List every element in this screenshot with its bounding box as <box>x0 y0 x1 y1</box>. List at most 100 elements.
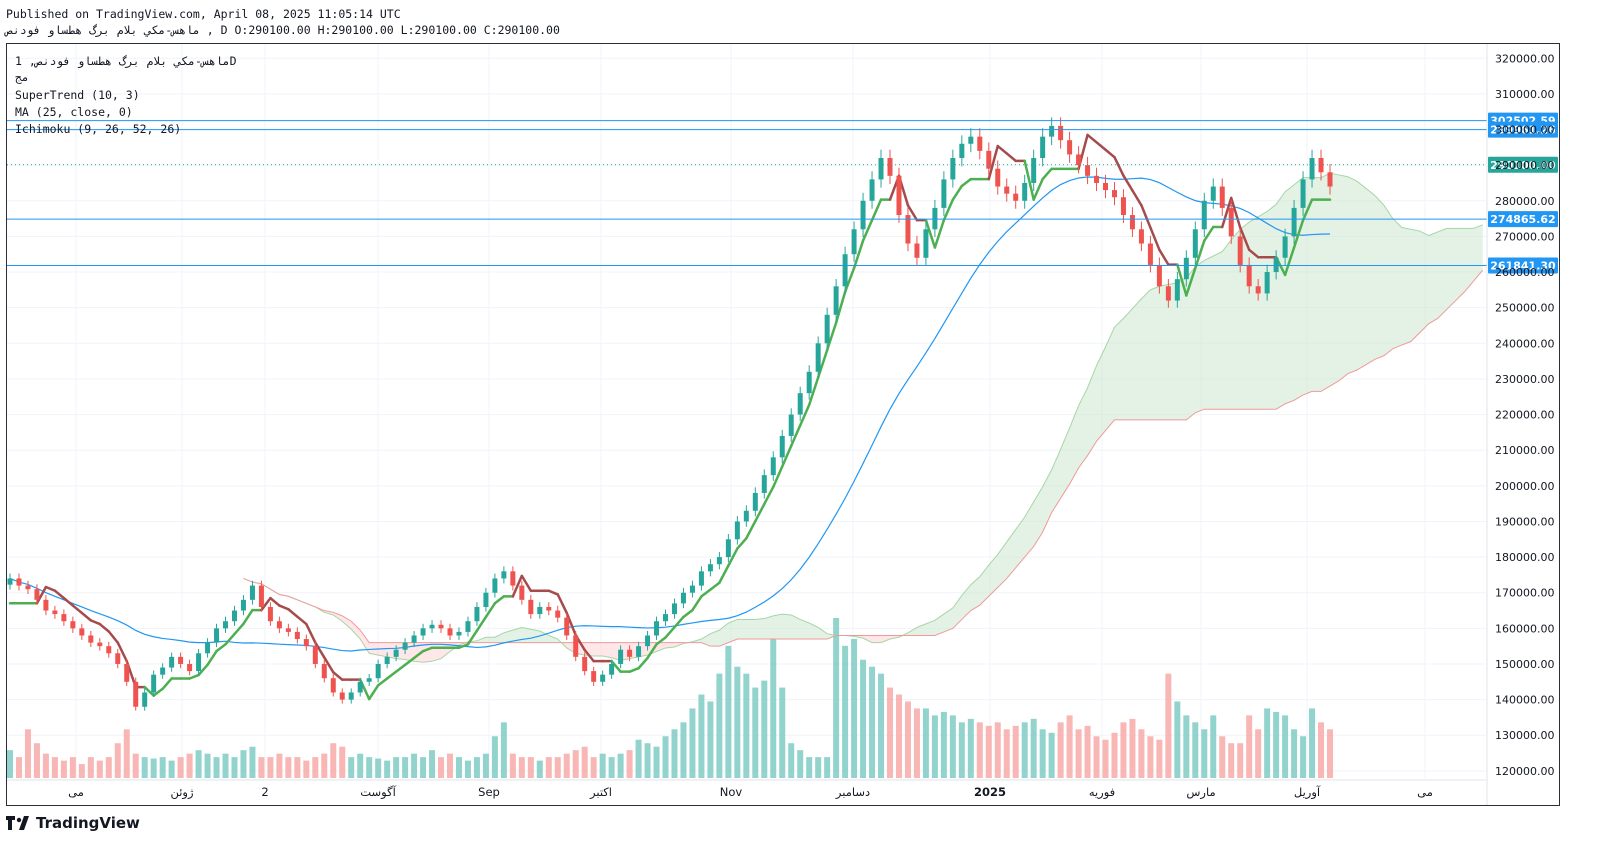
candle-body <box>510 571 516 586</box>
supertrend-segment <box>493 595 506 605</box>
candle-body <box>564 617 570 636</box>
candle-body <box>671 603 677 615</box>
supertrend-segment <box>1131 189 1143 207</box>
candle-body <box>770 457 776 476</box>
volume-bar <box>940 711 947 778</box>
volume-bar <box>949 715 956 778</box>
cloud-segment <box>423 642 433 663</box>
volume-bar <box>842 645 849 778</box>
candle-body <box>698 571 704 586</box>
volume-bar <box>87 757 94 778</box>
cloud-segment <box>1437 228 1447 319</box>
volume-bar <box>815 757 822 778</box>
candle-body <box>959 143 965 159</box>
candle-body <box>923 229 929 258</box>
candle-body <box>348 692 354 700</box>
volume-bar <box>1012 725 1019 778</box>
candle-body <box>1058 125 1064 141</box>
candle-body <box>339 692 345 700</box>
candle-body <box>1067 140 1073 155</box>
cloud-segment <box>1374 195 1384 360</box>
volume-bar <box>312 757 319 778</box>
candle-body <box>995 168 1001 187</box>
candle-body <box>52 610 58 615</box>
volume-bar <box>644 743 651 778</box>
volume-bar <box>1174 701 1181 778</box>
cloud-segment <box>1446 228 1456 310</box>
x-tick-label: 2 <box>261 785 268 799</box>
volume-bar <box>635 739 642 778</box>
supertrend-segment <box>691 595 703 612</box>
volume-bar <box>51 757 58 778</box>
volume-bar <box>42 753 49 778</box>
supertrend-segment <box>107 630 120 644</box>
volume-bar <box>132 753 139 778</box>
supertrend-segment <box>80 611 93 622</box>
supertrend-segment <box>951 184 964 201</box>
cloud-segment <box>1267 204 1277 410</box>
volume-bar <box>563 753 570 778</box>
volume-bar <box>123 729 130 778</box>
volume-bar <box>384 760 391 778</box>
volume-bar <box>1273 711 1280 778</box>
y-tick-label: 140000.00 <box>1495 694 1555 707</box>
cloud-segment <box>1015 517 1025 568</box>
x-tick-label: می <box>68 785 84 799</box>
candle-body <box>725 539 731 558</box>
candle-body <box>25 585 31 590</box>
volume-bar <box>1309 708 1316 778</box>
volume-bar <box>1057 722 1064 778</box>
cloud-segment <box>1419 231 1429 333</box>
candle-body <box>788 414 794 436</box>
cloud-segment <box>1356 181 1366 371</box>
cloud-segment <box>494 632 504 643</box>
candle-body <box>680 592 686 604</box>
candle-body <box>124 663 130 682</box>
x-tick-label: ژوئن <box>170 785 194 800</box>
y-tick-label: 280000.00 <box>1495 195 1555 208</box>
supertrend-segment <box>1113 155 1125 177</box>
candle-body <box>609 663 615 675</box>
supertrend-segment <box>996 144 1008 155</box>
volume-bar <box>545 757 552 778</box>
volume-bar <box>1318 722 1325 778</box>
supertrend-segment <box>242 608 254 626</box>
cloud-segment <box>1410 229 1420 342</box>
volume-bar <box>1066 715 1073 778</box>
volume-bar <box>994 722 1001 778</box>
legend-supertrend[interactable]: SuperTrend (10, 3) <box>15 88 140 102</box>
y-tick-label: 310000.00 <box>1495 88 1555 101</box>
candle-body <box>151 674 157 693</box>
candle-body <box>366 678 372 682</box>
volume-bar <box>1219 736 1226 778</box>
tradingview-logo: TradingView <box>6 814 140 832</box>
legend-ichimoku[interactable]: Ichimoku (9, 26, 52, 26) <box>15 122 181 136</box>
candle-body <box>1120 197 1126 216</box>
volume-bar <box>833 618 840 778</box>
cloud-segment <box>737 619 747 640</box>
volume-bar <box>761 680 768 778</box>
candle-body <box>1004 186 1010 194</box>
volume-bar <box>1075 729 1082 778</box>
cloud-segment <box>773 614 783 640</box>
x-tick-label: 2025 <box>974 785 1006 799</box>
volume-bar <box>1183 715 1190 778</box>
x-tick-label: Sep <box>478 785 500 799</box>
legend-ma[interactable]: MA (25, close, 0) <box>15 105 133 119</box>
supertrend-segment <box>161 677 173 691</box>
volume-bar <box>96 760 103 778</box>
volume-bar <box>473 757 480 778</box>
candle-body <box>294 631 300 640</box>
supertrend-segment <box>62 596 75 607</box>
volume-bar <box>976 722 983 778</box>
cloud-segment <box>432 642 442 662</box>
chart-canvas[interactable]: 302502.59299961.26274865.62261841.302901… <box>0 0 1598 858</box>
candle-body <box>1282 236 1288 258</box>
candle-body <box>465 621 471 632</box>
volume-bar <box>572 750 579 778</box>
candle-body <box>321 663 327 679</box>
volume-bar <box>303 760 310 778</box>
volume-bar <box>393 757 400 778</box>
candle-body <box>591 671 597 682</box>
candle-body <box>977 136 983 151</box>
